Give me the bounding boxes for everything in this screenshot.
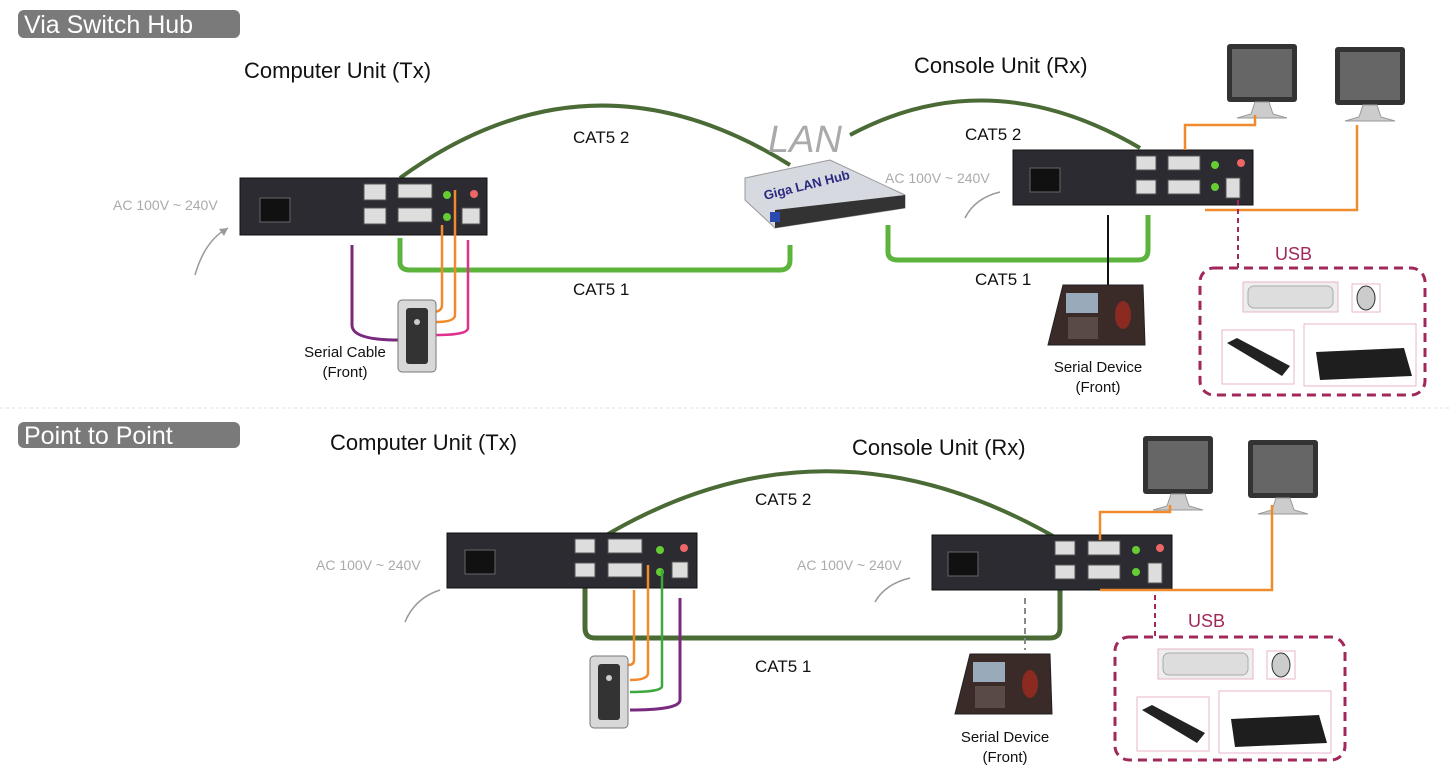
power-arrow-icon — [964, 191, 1001, 219]
serial-cable-label: Serial Cable — [304, 344, 386, 361]
ac-power-label-tx: AC 100V ~ 240V — [113, 197, 218, 213]
ac-power-label-rx: AC 100V ~ 240V — [797, 557, 902, 573]
serial-device-icon — [1047, 284, 1146, 346]
kvm-extender-diagram: Via Switch Hub Computer Unit (Tx) Consol… — [0, 10, 1450, 766]
section-via-switch-hub: Via Switch Hub Computer Unit (Tx) Consol… — [18, 10, 1427, 397]
computer-unit-label: Computer Unit (Tx) — [330, 430, 517, 455]
usb-peripherals-icon — [1136, 648, 1332, 754]
console-unit-label: Console Unit (Rx) — [914, 53, 1088, 78]
computer-tower-icon — [397, 299, 437, 373]
computer-unit-tx-device — [446, 532, 698, 589]
power-arrow-icon — [874, 577, 911, 603]
computer-unit-label: Computer Unit (Tx) — [244, 58, 431, 83]
serial-cable-purple — [350, 245, 399, 342]
console-unit-rx-device — [1012, 149, 1254, 206]
usb-peripherals-icon — [1221, 281, 1417, 387]
cat5-2-label-left: CAT5 2 — [573, 128, 629, 147]
monitor-icon — [1247, 439, 1319, 515]
serial-device-icon — [954, 653, 1053, 715]
monitor-icon — [1226, 43, 1298, 119]
section-point-to-point: Point to Point Computer Unit (Tx) Consol… — [18, 422, 1347, 766]
ac-power-label-tx: AC 100V ~ 240V — [316, 557, 421, 573]
lan-label: LAN — [768, 119, 842, 161]
cable-orange — [627, 590, 636, 667]
cat5-2-label: CAT5 2 — [755, 490, 811, 509]
monitor-icon — [1142, 435, 1214, 511]
computer-unit-tx-device — [239, 177, 488, 236]
monitor-icon — [1334, 46, 1406, 122]
power-arrow-icon — [404, 589, 441, 623]
console-unit-label: Console Unit (Rx) — [852, 435, 1026, 460]
cat5-1-label: CAT5 1 — [755, 657, 811, 676]
cat5-1-label-left: CAT5 1 — [573, 280, 629, 299]
serial-device-label: Serial Device — [961, 729, 1049, 746]
usb-label: USB — [1188, 611, 1225, 631]
console-unit-rx-device — [931, 534, 1173, 591]
serial-device-sublabel: (Front) — [1076, 379, 1121, 396]
serial-device-label: Serial Device — [1054, 359, 1142, 376]
cat5-2-label-right: CAT5 2 — [965, 125, 1021, 144]
cat5-1-label-right: CAT5 1 — [975, 270, 1031, 289]
serial-device-sublabel: (Front) — [983, 749, 1028, 766]
ac-power-label-rx: AC 100V ~ 240V — [885, 170, 990, 186]
section-title: Point to Point — [24, 422, 173, 450]
section-title: Via Switch Hub — [24, 11, 193, 39]
power-arrow-icon — [194, 227, 229, 276]
video-cable — [1183, 115, 1257, 150]
computer-tower-icon — [589, 655, 629, 729]
cat5-1-cable-left — [397, 238, 793, 273]
serial-cable-purple — [629, 598, 682, 712]
serial-cable-sublabel: (Front) — [323, 364, 368, 381]
usb-label: USB — [1275, 244, 1312, 264]
